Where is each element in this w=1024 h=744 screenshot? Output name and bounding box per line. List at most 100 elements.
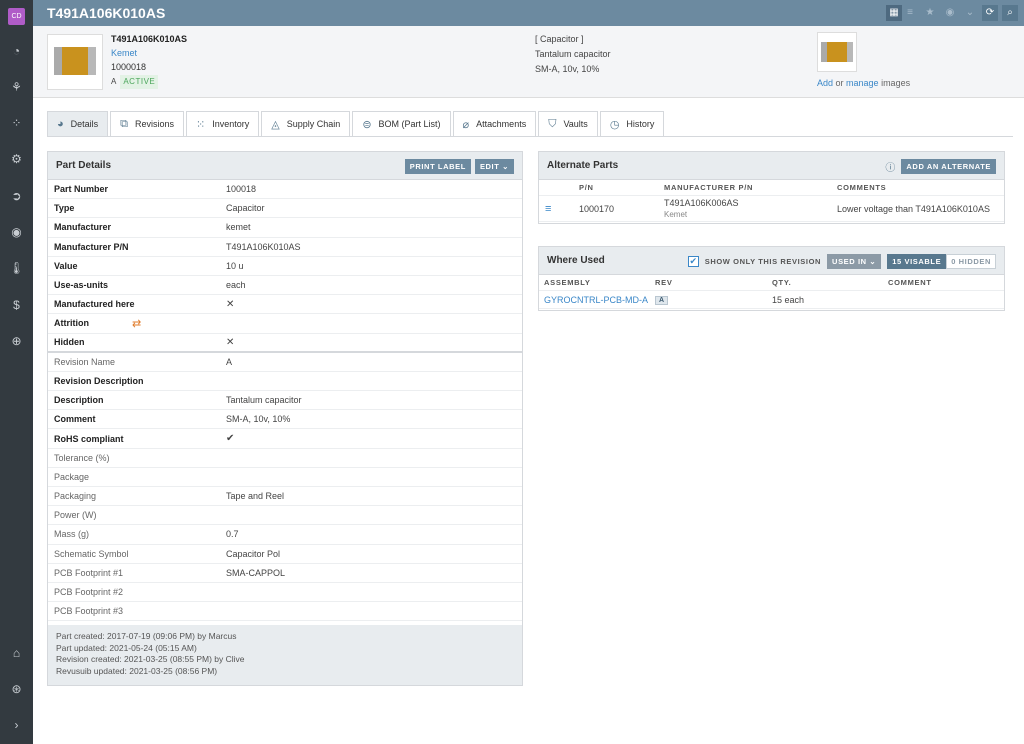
detail-key: Mass (g): [54, 529, 90, 540]
detail-row: Part Number 100018: [48, 180, 522, 200]
add-alternate-button[interactable]: ADD AN ALTERNATE: [901, 159, 996, 174]
eye-icon[interactable]: ◉: [942, 5, 958, 21]
comment: SM-A, 10v, 10%: [535, 64, 600, 74]
detail-value: SMA-CAPPOL: [226, 567, 286, 578]
network-icon[interactable]: ⊛: [8, 681, 25, 698]
detail-row: Package: [48, 468, 522, 487]
visible-toggle[interactable]: 15 VISABLE: [887, 254, 947, 269]
detail-row: RoHS compliant ✔: [48, 429, 522, 449]
print-label-button[interactable]: PRINT LABEL: [404, 159, 471, 174]
part-details-rows: Part Number 100018 Type Capacitor Manufact…: [48, 180, 522, 622]
description: Tantalum capacitor: [535, 49, 611, 59]
edit-label: EDIT: [479, 162, 500, 171]
detail-value: 0.7: [226, 529, 239, 540]
part-image-small[interactable]: [817, 32, 857, 72]
detail-key: PCB Footprint #3: [54, 606, 124, 617]
category: [ Capacitor ]: [535, 34, 584, 44]
alternate-parts-title: Alternate Parts: [547, 160, 619, 171]
tab-attachments[interactable]: ⌀ Attachments: [452, 111, 537, 137]
detail-value: A: [226, 356, 233, 367]
detail-key: Use-as-units: [54, 280, 109, 291]
detail-row: Value 10 u: [48, 257, 522, 276]
detail-value: Tape and Reel: [226, 491, 285, 502]
tab-details[interactable]: ◕ Details: [47, 111, 109, 137]
detail-key: Description: [54, 395, 104, 406]
part-details-title: Part Details: [56, 160, 112, 171]
parts-icon[interactable]: ⚘: [8, 79, 25, 96]
detail-key: Tolerance (%): [54, 452, 110, 463]
tab-label: Details: [70, 119, 99, 129]
detail-key: Manufactured here: [54, 299, 135, 310]
hidden-toggle[interactable]: 0 HIDDEN: [946, 254, 996, 269]
detail-key: Package: [54, 471, 90, 482]
tab-inventory[interactable]: ⁙ Inventory: [186, 111, 260, 137]
chevron-down-icon[interactable]: ⌄: [962, 5, 978, 21]
part-number: 1000018: [111, 62, 147, 72]
help-icon[interactable]: ⓘ: [885, 159, 895, 174]
tab-revisions[interactable]: ⧉ Revisions: [110, 111, 185, 137]
alternate-parts-panel: Alternate Parts ⓘ ADD AN ALTERNATE P/N M…: [538, 151, 1005, 224]
grid-icon[interactable]: ⁘: [8, 115, 25, 132]
edit-button[interactable]: EDIT ⌄: [474, 159, 514, 174]
show-only-revision-checkbox[interactable]: ✔: [687, 256, 699, 267]
plus-circle-icon[interactable]: ⊕: [8, 333, 25, 350]
detail-row: PCB Footprint #3: [48, 602, 522, 622]
used-in-dropdown[interactable]: USED IN ⌄: [827, 254, 882, 269]
tab-vaults[interactable]: ⛉ Vaults: [538, 111, 598, 137]
expand-icon[interactable]: ›: [8, 717, 25, 734]
dollar-icon[interactable]: $: [8, 297, 25, 314]
alternate-comment: Lower voltage than T491A106K010AS: [837, 203, 990, 214]
star-icon[interactable]: ★: [922, 5, 938, 21]
attrition-icon[interactable]: ⇄: [132, 317, 226, 330]
location-icon[interactable]: ◉: [8, 224, 25, 241]
thermometer-icon[interactable]: 🌡: [8, 260, 25, 277]
detail-row: Manufacturer kemet: [48, 218, 522, 238]
dashboard-icon[interactable]: ◔: [8, 43, 25, 60]
revision-badge: A: [655, 296, 669, 305]
vault-icon: ⛉: [548, 117, 557, 130]
search-icon[interactable]: ⌕: [1002, 5, 1018, 21]
alternate-row[interactable]: ≡ 1000170 T491A106K006AS Kemet Lower vol…: [539, 196, 1004, 222]
list-view-icon[interactable]: ≡: [902, 5, 918, 21]
audit-footer: Part created: 2017-07-19 (09:06 PM) by M…: [48, 625, 522, 685]
settings-icon[interactable]: ⚙: [8, 151, 25, 168]
detail-key: Attrition: [54, 318, 89, 329]
grid-view-icon[interactable]: ▦: [886, 5, 902, 21]
part-image[interactable]: [47, 34, 103, 90]
audit-line: Part updated: 2021-05-24 (05:15 AM): [56, 642, 197, 653]
alternate-pn: 1000170: [579, 203, 615, 214]
assembly-link[interactable]: GYROCNTRL-PCB-MD-A: [539, 295, 655, 305]
detail-row: PCB Footprint #2: [48, 583, 522, 603]
detail-key: Part Number: [54, 184, 109, 195]
home-icon[interactable]: ⌂: [8, 645, 25, 662]
add-image-link[interactable]: Add: [817, 78, 833, 88]
refresh-icon[interactable]: ⟳: [982, 5, 998, 21]
tab-label: Vaults: [563, 119, 588, 129]
part-header: T491A106K010AS Kemet 1000018 A ACTIVE [ C…: [33, 26, 1024, 98]
tab-divider: [47, 136, 1013, 137]
detail-key: Power (W): [54, 510, 97, 521]
drag-handle-icon[interactable]: ≡: [539, 203, 579, 215]
where-used-title: Where Used: [547, 255, 605, 266]
where-used-panel: Where Used ✔ SHOW ONLY THIS REVISION USE…: [538, 246, 1005, 311]
tab-supply-chain[interactable]: ◬ Supply Chain: [261, 111, 351, 137]
tab-history[interactable]: ◷ History: [599, 111, 665, 137]
avatar[interactable]: CD: [8, 8, 25, 25]
manufacturer-value-link[interactable]: kemet: [226, 222, 251, 232]
detail-row: Manufacturer P/N T491A106K010AS: [48, 238, 522, 257]
arrow-icon[interactable]: ➲: [8, 188, 25, 205]
detail-key: Revision Description: [54, 375, 144, 386]
detail-row: Use-as-units each: [48, 276, 522, 296]
manufacturer-link[interactable]: Kemet: [111, 46, 187, 60]
detail-value: Tantalum capacitor: [226, 395, 302, 406]
inventory-icon: ⁙: [196, 118, 206, 131]
bom-icon: ⊜: [362, 118, 372, 131]
manage-images-link[interactable]: manage: [846, 78, 879, 88]
status-badge: ACTIVE: [120, 75, 159, 89]
detail-row: Revision Name A: [48, 353, 522, 372]
page-title: T491A106K010AS: [47, 5, 166, 21]
tab-bom[interactable]: ⊜ BOM (Part List): [352, 111, 451, 137]
chevron-down-icon: ⌄: [869, 257, 877, 266]
tab-label: Revisions: [135, 119, 175, 129]
type-link[interactable]: Capacitor: [226, 203, 265, 213]
